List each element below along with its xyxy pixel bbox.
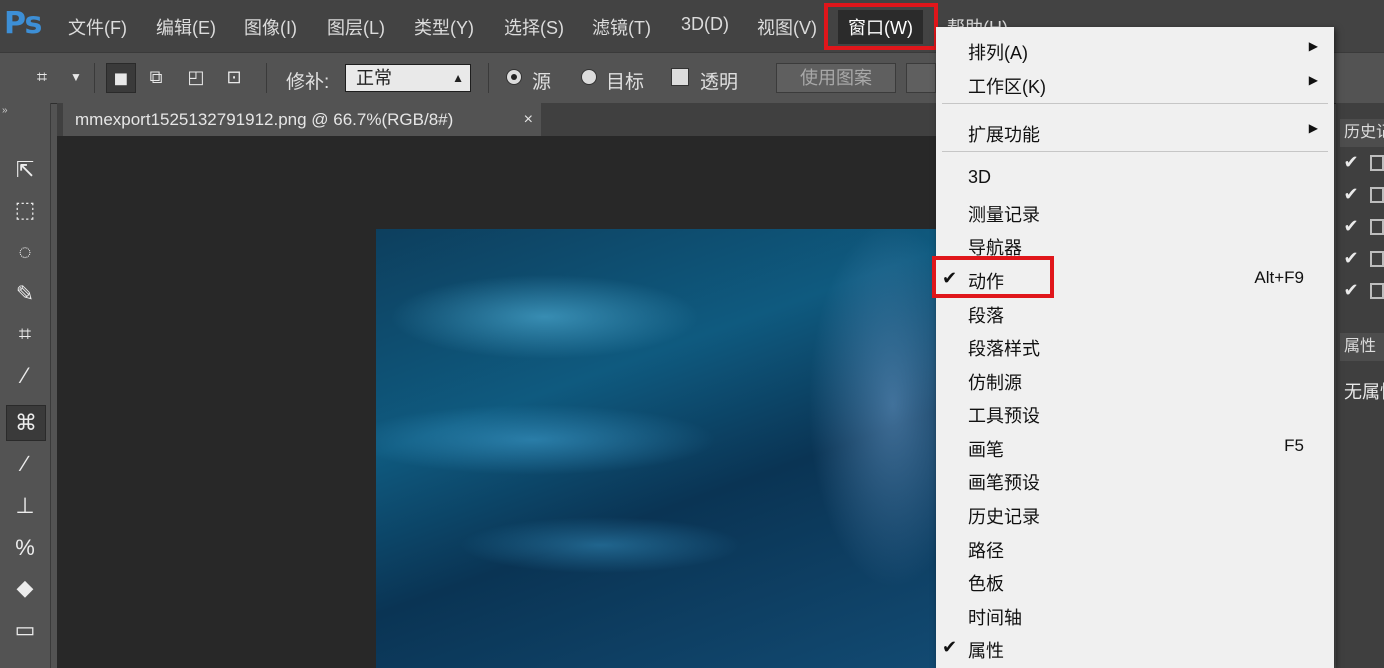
patch-label: 修补:	[286, 72, 330, 93]
document-tab[interactable]: mmexport1525132791912.png @ 66.7%(RGB/8#…	[63, 103, 541, 136]
menu-divider	[942, 151, 1328, 152]
new-selection-icon[interactable]: ◼	[106, 63, 136, 93]
menu-divider	[942, 103, 1328, 104]
chevron-down-icon[interactable]: ▼	[62, 63, 90, 91]
patch-mode-value: 正常	[356, 68, 392, 88]
menu-item-3d[interactable]: 3D	[968, 167, 991, 188]
updown-arrows-icon: ▲	[452, 71, 464, 85]
document-icon	[1370, 187, 1384, 203]
menu-item-brush[interactable]: 画笔	[968, 436, 1004, 462]
menu-item-properties[interactable]: 属性	[968, 637, 1004, 663]
menu-image[interactable]: 图像(I)	[244, 14, 297, 40]
patch-tool-icon[interactable]: ⌗	[28, 63, 56, 91]
quick-selection-tool-icon[interactable]: ✎	[6, 277, 44, 311]
target-label: 目标	[606, 72, 645, 93]
menu-item-extensions[interactable]: 扩展功能	[968, 121, 1040, 147]
menu-3d[interactable]: 3D(D)	[681, 14, 729, 35]
menu-layer[interactable]: 图层(L)	[327, 14, 385, 40]
document-tab-strip: mmexport1525132791912.png @ 66.7%(RGB/8#…	[57, 103, 937, 136]
history-brush-tool-icon[interactable]: %	[6, 531, 44, 565]
tools-panel: » ⇱ ⬚ ◌ ✎ ⌗ ⁄ ⌘ ∕ ⊥ % ◆ ▭	[0, 103, 51, 668]
history-panel-tab[interactable]: 历史记	[1340, 119, 1384, 147]
menu-view[interactable]: 视图(V)	[757, 14, 817, 40]
actions-item-highlight	[932, 256, 1054, 298]
source-radio[interactable]	[506, 69, 522, 85]
menu-item-workspace[interactable]: 工作区(K)	[968, 73, 1046, 99]
use-pattern-button[interactable]: 使用图案	[776, 63, 896, 93]
submenu-arrow-icon: ▶	[1308, 121, 1318, 135]
marquee-tool-icon[interactable]: ⬚	[6, 193, 44, 227]
shortcut-actions: Alt+F9	[1254, 268, 1304, 287]
transparent-checkbox[interactable]	[671, 68, 689, 86]
document-icon	[1370, 283, 1384, 299]
document-icon	[1370, 155, 1384, 171]
check-icon[interactable]: ✔	[1340, 279, 1362, 301]
window-menu-dropdown: 排列(A) ▶ 工作区(K) ▶ 扩展功能 ▶ 3D 测量记录 导航器 ✔ 动作…	[932, 27, 1334, 668]
submenu-arrow-icon: ▶	[1308, 39, 1318, 53]
divider	[266, 63, 267, 93]
divider	[488, 63, 489, 93]
properties-text: 无属性	[1344, 382, 1384, 402]
close-icon[interactable]: ×	[524, 103, 533, 136]
menu-item-clone-source[interactable]: 仿制源	[968, 369, 1022, 395]
document-icon	[1370, 219, 1384, 235]
menu-item-brush-presets[interactable]: 画笔预设	[968, 469, 1040, 495]
check-icon: ✔	[942, 637, 958, 657]
menu-item-history[interactable]: 历史记录	[968, 503, 1040, 529]
menu-edit[interactable]: 编辑(E)	[156, 14, 216, 40]
document-title: mmexport1525132791912.png @ 66.7%(RGB/8#…	[75, 110, 454, 129]
target-radio[interactable]	[581, 69, 597, 85]
menu-filter[interactable]: 滤镜(T)	[592, 14, 651, 40]
eraser-tool-icon[interactable]: ◆	[6, 571, 44, 605]
document-image[interactable]	[376, 229, 938, 668]
divider	[94, 63, 95, 93]
menu-item-arrange[interactable]: 排列(A)	[968, 39, 1028, 65]
right-panel-dock: 历史记 ✔ ✔ ✔ ✔ ✔ 属性 无属性	[1336, 103, 1384, 668]
check-icon[interactable]: ✔	[1340, 151, 1362, 173]
menu-select[interactable]: 选择(S)	[504, 14, 564, 40]
pattern-picker-button[interactable]	[906, 63, 936, 93]
collapse-icon[interactable]: »	[2, 105, 8, 116]
menu-item-paragraph[interactable]: 段落	[968, 302, 1004, 328]
window-menu-highlight	[824, 3, 938, 50]
check-icon[interactable]: ✔	[1340, 247, 1362, 269]
menu-file[interactable]: 文件(F)	[68, 14, 127, 40]
properties-panel-tab[interactable]: 属性	[1340, 333, 1384, 361]
gradient-tool-icon[interactable]: ▭	[6, 613, 44, 647]
healing-tool-icon[interactable]: ⌘	[6, 405, 46, 441]
menu-type[interactable]: 类型(Y)	[414, 14, 474, 40]
brush-tool-icon[interactable]: ∕	[6, 447, 44, 481]
menu-item-paths[interactable]: 路径	[968, 537, 1004, 563]
check-icon[interactable]: ✔	[1340, 215, 1362, 237]
crop-tool-icon[interactable]: ⌗	[6, 317, 44, 351]
patch-mode-select[interactable]: 正常 ▲	[345, 64, 471, 92]
lasso-tool-icon[interactable]: ◌	[6, 235, 44, 269]
transparent-label: 透明	[700, 72, 739, 93]
source-label: 源	[532, 72, 552, 93]
photoshop-logo: Ps	[4, 6, 42, 41]
add-selection-icon[interactable]: ⧉	[142, 63, 170, 91]
subtract-selection-icon[interactable]: ◰	[182, 63, 210, 91]
clone-stamp-tool-icon[interactable]: ⊥	[6, 489, 44, 523]
menu-item-measurement-log[interactable]: 测量记录	[968, 201, 1040, 227]
menu-item-swatches[interactable]: 色板	[968, 570, 1004, 596]
submenu-arrow-icon: ▶	[1308, 73, 1318, 87]
document-icon	[1370, 251, 1384, 267]
menu-item-tool-presets[interactable]: 工具预设	[968, 402, 1040, 428]
shortcut-brush: F5	[1284, 436, 1304, 455]
menu-item-paragraph-styles[interactable]: 段落样式	[968, 335, 1040, 361]
eyedropper-tool-icon[interactable]: ⁄	[6, 359, 44, 393]
check-icon[interactable]: ✔	[1340, 183, 1362, 205]
menu-item-timeline[interactable]: 时间轴	[968, 604, 1022, 630]
move-tool-icon[interactable]: ⇱	[6, 153, 44, 187]
intersect-selection-icon[interactable]: ⊡	[220, 63, 248, 91]
